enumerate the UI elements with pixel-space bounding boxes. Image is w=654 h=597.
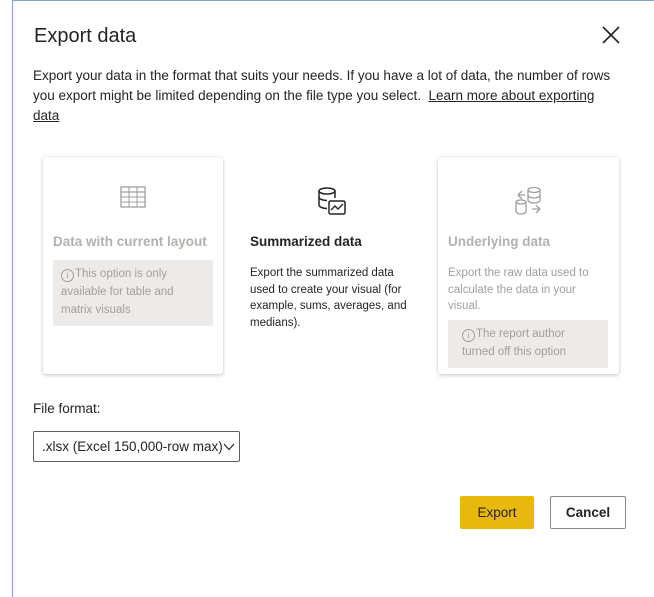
option-info-box: i This option is only available for table… <box>53 260 213 326</box>
dialog-description: Export your data in the format that suit… <box>33 66 613 126</box>
database-chart-icon <box>318 187 346 215</box>
option-info-text: This option is only available for table … <box>61 268 174 316</box>
export-data-dialog: Export data Export your data in the form… <box>13 1 654 597</box>
option-description: Export the summarized data used to creat… <box>250 267 407 329</box>
option-info-box: i The report author turned off this optio… <box>448 320 608 368</box>
file-format-label: File format: <box>33 401 101 416</box>
database-sync-icon <box>514 186 541 215</box>
file-format-selected-value: .xlsx (Excel 150,000-row max) <box>42 439 223 454</box>
option-icon-wrapper <box>241 185 421 219</box>
export-button[interactable]: Export <box>460 496 534 529</box>
option-card-summarized[interactable]: Summarized data Export the summarized da… <box>241 157 421 374</box>
cancel-button[interactable]: Cancel <box>550 496 626 529</box>
option-icon-wrapper <box>438 185 619 219</box>
option-title: Data with current layout <box>53 234 207 249</box>
file-format-dropdown[interactable]: .xlsx (Excel 150,000-row max) <box>33 431 240 462</box>
table-icon <box>120 186 146 208</box>
option-title: Summarized data <box>250 234 362 249</box>
info-icon: i <box>61 269 74 282</box>
info-icon: i <box>462 329 475 342</box>
option-icon-wrapper <box>43 185 223 219</box>
close-icon <box>602 26 620 44</box>
option-info-text: The report author turned off this option <box>462 328 566 358</box>
option-title: Underlying data <box>448 234 551 249</box>
option-description: Export the raw data used to calculate th… <box>448 267 589 312</box>
chevron-down-icon <box>223 443 235 451</box>
option-card-underlying: Underlying data Export the raw data used… <box>438 157 619 374</box>
dialog-title: Export data <box>34 25 137 47</box>
close-button[interactable] <box>599 23 623 47</box>
option-card-current-layout: Data with current layout i This option is… <box>43 157 223 374</box>
